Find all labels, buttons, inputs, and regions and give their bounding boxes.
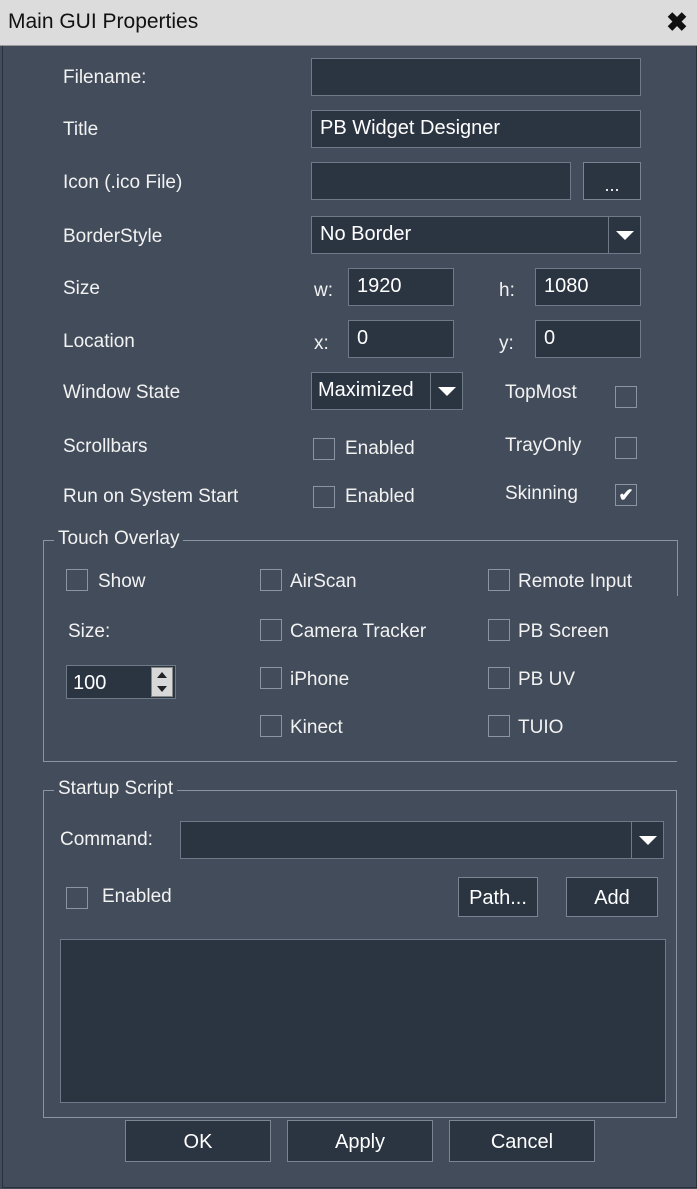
run-on-start-label: Run on System Start [63, 486, 239, 507]
skinning-checkbox[interactable]: ✔ [615, 484, 637, 506]
apply-button[interactable]: Apply [287, 1120, 433, 1162]
pb-screen-label: PB Screen [518, 621, 609, 642]
show-checkbox[interactable] [66, 569, 88, 591]
command-label: Command: [60, 829, 153, 850]
border-style-value: No Border [320, 223, 412, 245]
size-label: Size [63, 278, 100, 299]
startup-script-group: Startup Script Command: Enabled Path... … [43, 778, 677, 1118]
topmost-checkbox[interactable] [615, 386, 637, 408]
camera-tracker-checkbox[interactable] [260, 619, 282, 641]
run-on-start-enabled-label: Enabled [345, 486, 415, 507]
window-state-dropdown-button[interactable] [430, 373, 462, 409]
window-title: Main GUI Properties [8, 10, 199, 33]
overlay-size-spinner[interactable]: 100 [66, 665, 176, 699]
touch-overlay-title: Touch Overlay [54, 528, 184, 550]
airscan-checkbox[interactable] [260, 569, 282, 591]
camera-tracker-label: Camera Tracker [290, 621, 427, 642]
chevron-down-icon [438, 387, 456, 396]
tuio-checkbox[interactable] [488, 715, 510, 737]
location-y-field[interactable]: 0 [535, 320, 641, 358]
close-icon[interactable]: ✖ [663, 8, 691, 36]
kinect-label: Kinect [290, 717, 343, 738]
checkmark-icon: ✔ [618, 485, 634, 505]
airscan-label: AirScan [290, 571, 357, 592]
iphone-checkbox[interactable] [260, 667, 282, 689]
scrollbars-enabled-checkbox[interactable] [313, 438, 335, 460]
cancel-button[interactable]: Cancel [449, 1120, 595, 1162]
browse-icon-button[interactable]: ... [583, 162, 641, 200]
title-label: Title [63, 119, 99, 140]
height-label: h: [499, 280, 515, 301]
filename-label: Filename: [63, 67, 147, 88]
icon-file-field[interactable] [311, 162, 571, 200]
border-style-dropdown-button[interactable] [608, 217, 640, 253]
y-label: y: [499, 333, 514, 354]
title-bar: Main GUI Properties ✖ [0, 0, 697, 46]
remote-input-label: Remote Input [518, 571, 633, 592]
add-button[interactable]: Add [566, 877, 658, 917]
window-state-label: Window State [63, 382, 181, 403]
spinner-arrows[interactable] [151, 667, 173, 697]
chevron-down-icon [616, 231, 634, 240]
startup-script-title: Startup Script [54, 778, 178, 800]
remote-input-checkbox[interactable] [488, 569, 510, 591]
skinning-label: Skinning [505, 483, 578, 504]
topmost-label: TopMost [505, 382, 577, 403]
icon-file-label: Icon (.ico File) [63, 172, 183, 193]
title-field[interactable]: PB Widget Designer [311, 110, 641, 148]
startup-enabled-checkbox[interactable] [66, 887, 88, 909]
touch-overlay-border-fragment [677, 540, 678, 596]
overlay-size-value: 100 [73, 672, 107, 694]
window-state-value: Maximized [318, 379, 414, 401]
location-x-field[interactable]: 0 [348, 320, 454, 358]
window-state-select[interactable]: Maximized [311, 372, 463, 410]
trayonly-checkbox[interactable] [615, 437, 637, 459]
chevron-down-icon [639, 836, 657, 845]
location-label: Location [63, 331, 135, 352]
scrollbars-label: Scrollbars [63, 436, 148, 457]
command-dropdown-button[interactable] [631, 822, 663, 858]
dialog-body: Filename: Title PB Widget Designer Icon … [2, 46, 697, 1188]
iphone-label: iPhone [290, 669, 350, 690]
tuio-label: TUIO [518, 717, 564, 738]
height-field[interactable]: 1080 [535, 268, 641, 306]
run-on-start-checkbox[interactable] [313, 486, 335, 508]
border-style-select[interactable]: No Border [311, 216, 641, 254]
startup-script-list[interactable] [60, 939, 666, 1103]
pb-screen-checkbox[interactable] [488, 619, 510, 641]
width-field[interactable]: 1920 [348, 268, 454, 306]
pb-uv-label: PB UV [518, 669, 576, 690]
show-label: Show [98, 571, 146, 592]
filename-field[interactable] [311, 58, 641, 96]
x-label: x: [314, 333, 329, 354]
width-label: w: [314, 280, 333, 301]
path-button[interactable]: Path... [458, 877, 538, 917]
overlay-size-label: Size: [68, 621, 111, 642]
spinner-down-icon[interactable] [157, 686, 167, 692]
spinner-up-icon[interactable] [157, 672, 167, 678]
command-select[interactable] [180, 821, 664, 859]
startup-enabled-label: Enabled [102, 886, 172, 907]
scrollbars-enabled-label: Enabled [345, 438, 415, 459]
kinect-checkbox[interactable] [260, 715, 282, 737]
pb-uv-checkbox[interactable] [488, 667, 510, 689]
border-style-label: BorderStyle [63, 226, 163, 247]
ok-button[interactable]: OK [125, 1120, 271, 1162]
touch-overlay-group: Touch Overlay Show Size: 100 AirScan Cam… [43, 528, 677, 762]
trayonly-label: TrayOnly [505, 435, 582, 456]
